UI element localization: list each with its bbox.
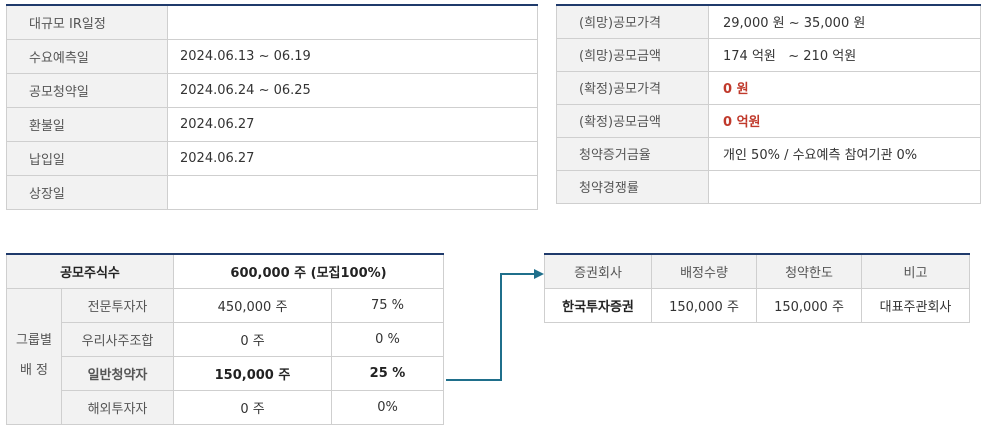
table-row: (희망)공모금액 174 억원 ~ 210 억원 (556, 37, 981, 72)
confirmed-price-value: 0 원 (708, 70, 981, 105)
group-allocation-line2: 배 정 (19, 363, 49, 378)
general-subscriber-label: 일반청약자 (61, 355, 174, 391)
col-header-company: 증권회사 (544, 253, 652, 289)
professional-investor-pct: 75 % (331, 287, 444, 323)
competition-rate-value (708, 169, 981, 204)
employee-union-shares: 0 주 (173, 321, 332, 357)
col-header-limit: 청약한도 (756, 253, 862, 289)
deposit-rate-label: 청약증거금율 (556, 136, 709, 171)
table-row: 우리사주조합 0 주 0 % (7, 321, 444, 357)
table-row: 청약경쟁률 (556, 169, 981, 204)
underwriter-company: 한국투자증권 (544, 287, 652, 323)
demand-forecast-label: 수요예측일 (6, 38, 168, 74)
table-row: 한국투자증권 150,000 주 150,000 주 대표주관회사 (544, 287, 970, 323)
table-header-row: 증권회사 배정수량 청약한도 비고 (544, 253, 970, 289)
foreign-investor-shares: 0 주 (173, 389, 332, 425)
refund-date-value: 2024.06.27 (167, 106, 538, 142)
employee-union-label: 우리사주조합 (61, 321, 174, 357)
underwriter-allocation: 150,000 주 (651, 287, 757, 323)
table-row: 일반청약자 150,000 주 25 % (7, 355, 444, 391)
professional-investor-label: 전문투자자 (61, 287, 174, 323)
employee-union-pct: 0 % (331, 321, 444, 357)
desired-amount-value: 174 억원 ~ 210 억원 (708, 37, 981, 72)
professional-investor-shares: 450,000 주 (173, 287, 332, 323)
ir-schedule-value (167, 4, 538, 40)
underwriter-limit: 150,000 주 (756, 287, 862, 323)
table-row: 그룹별 배 정 전문투자자 450,000 주 75 % (6, 287, 444, 425)
listing-date-value (167, 174, 538, 210)
demand-forecast-value: 2024.06.13 ~ 06.19 (167, 38, 538, 74)
col-header-allocation: 배정수량 (651, 253, 757, 289)
total-shares-label: 공모주식수 (6, 253, 174, 289)
foreign-investor-pct: 0% (331, 389, 444, 425)
deposit-rate-value: 개인 50% / 수요예측 참여기관 0% (708, 136, 981, 171)
ipo-schedule-table: 대규모 IR일정 수요예측일 2024.06.13 ~ 06.19 공모청약일 … (6, 4, 538, 210)
table-row: 수요예측일 2024.06.13 ~ 06.19 (6, 38, 538, 74)
underwriter-table: 증권회사 배정수량 청약한도 비고 한국투자증권 150,000 주 150,0… (544, 253, 970, 323)
refund-date-label: 환불일 (6, 106, 168, 142)
confirmed-price-label: (확정)공모가격 (556, 70, 709, 105)
table-row: (희망)공모가격 29,000 원 ~ 35,000 원 (556, 4, 981, 39)
table-row: 상장일 (6, 174, 538, 210)
share-allocation-table: 공모주식수 600,000 주 (모집100%) 그룹별 배 정 전문투자자 4… (6, 253, 444, 425)
listing-date-label: 상장일 (6, 174, 168, 210)
desired-price-value: 29,000 원 ~ 35,000 원 (708, 4, 981, 39)
table-row: 납입일 2024.06.27 (6, 140, 538, 176)
table-row: (확정)공모가격 0 원 (556, 70, 981, 105)
ir-schedule-label: 대규모 IR일정 (6, 4, 168, 40)
ipo-price-table: (희망)공모가격 29,000 원 ~ 35,000 원 (희망)공모금액 17… (556, 4, 981, 204)
group-allocation-line1: 그룹별 (16, 333, 52, 348)
general-subscriber-pct: 25 % (331, 355, 444, 391)
underwriter-note: 대표주관회사 (861, 287, 970, 323)
table-row: 대규모 IR일정 (6, 4, 538, 40)
desired-amount-label: (희망)공모금액 (556, 37, 709, 72)
table-row: 청약증거금율 개인 50% / 수요예측 참여기관 0% (556, 136, 981, 171)
competition-rate-label: 청약경쟁률 (556, 169, 709, 204)
subscription-date-label: 공모청약일 (6, 72, 168, 108)
col-header-note: 비고 (861, 253, 970, 289)
table-row: 해외투자자 0 주 0% (7, 389, 444, 425)
subscription-date-value: 2024.06.24 ~ 06.25 (167, 72, 538, 108)
payment-date-label: 납입일 (6, 140, 168, 176)
general-subscriber-shares: 150,000 주 (173, 355, 332, 391)
confirmed-amount-label: (확정)공모금액 (556, 103, 709, 138)
table-row: 공모주식수 600,000 주 (모집100%) (6, 253, 444, 289)
total-shares-value: 600,000 주 (모집100%) (173, 253, 444, 289)
confirmed-amount-value: 0 억원 (708, 103, 981, 138)
group-allocation-label: 그룹별 배 정 (6, 287, 62, 425)
table-row: 환불일 2024.06.27 (6, 106, 538, 142)
foreign-investor-label: 해외투자자 (61, 389, 174, 425)
arrow-connector-icon (446, 269, 544, 381)
table-row: (확정)공모금액 0 억원 (556, 103, 981, 138)
table-row: 공모청약일 2024.06.24 ~ 06.25 (6, 72, 538, 108)
payment-date-value: 2024.06.27 (167, 140, 538, 176)
desired-price-label: (희망)공모가격 (556, 4, 709, 39)
